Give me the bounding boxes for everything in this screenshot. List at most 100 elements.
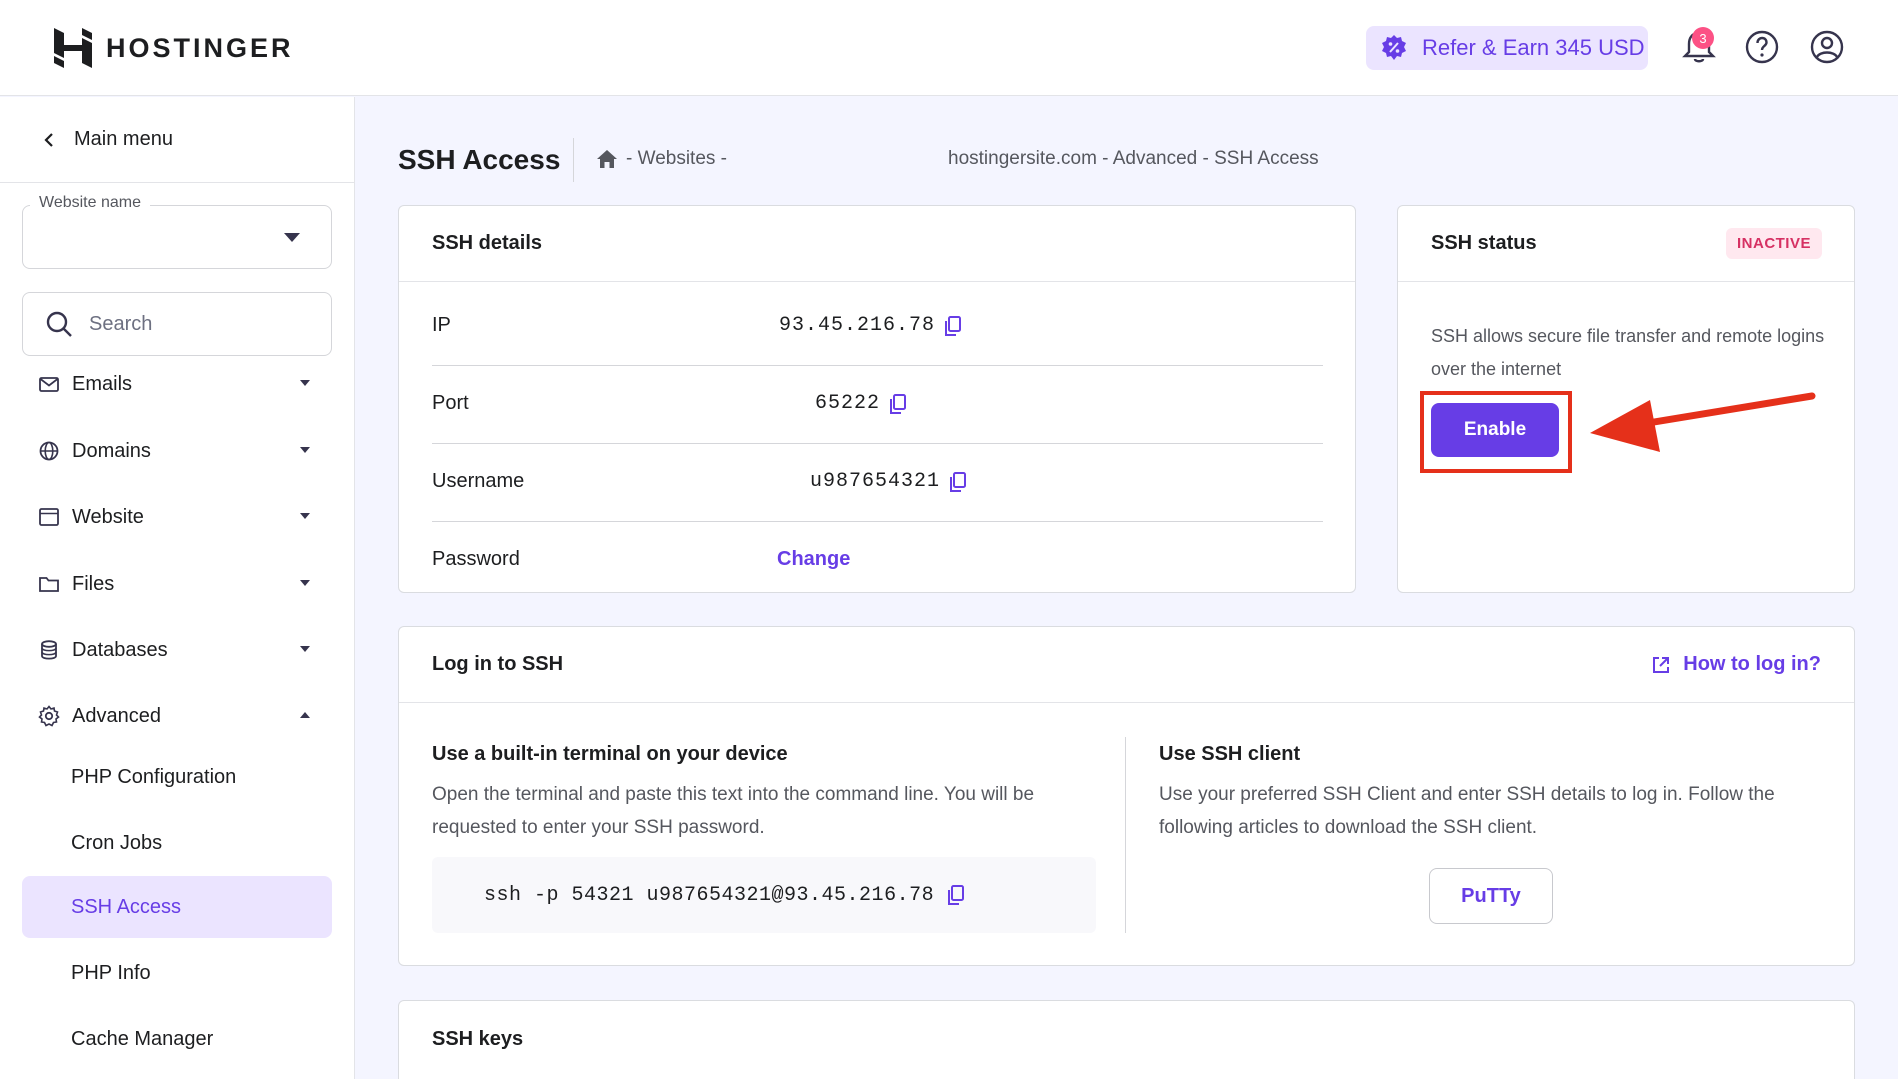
how-to-login-label: How to log in? — [1683, 653, 1821, 675]
ssh-command-box: ssh -p 54321 u987654321@93.45.216.78 — [432, 857, 1096, 933]
gear-icon — [38, 705, 60, 727]
terminal-title: Use a built-in terminal on your device — [432, 743, 788, 765]
change-password-link[interactable]: Change — [777, 548, 850, 571]
sidebar-item-label: Cache Manager — [71, 1027, 214, 1050]
sidebar-item-label: Databases — [72, 638, 168, 661]
copy-icon[interactable] — [888, 393, 908, 415]
sidebar-item-emails[interactable]: Emails — [22, 357, 332, 411]
chevron-down-icon — [300, 513, 310, 519]
breadcrumb-websites[interactable]: - Websites - — [626, 148, 727, 170]
sidebar-item-label: Files — [72, 572, 115, 595]
putty-button[interactable]: PuTTy — [1429, 868, 1553, 924]
port-value: 65222 — [815, 392, 881, 415]
breadcrumb: - Websites - — [596, 148, 727, 170]
terminal-description: Open the terminal and paste this text in… — [432, 784, 1035, 838]
detail-value-username: u987654321 — [810, 470, 968, 493]
badge-percent-icon — [1382, 35, 1406, 60]
notification-badge: 3 — [1692, 27, 1714, 49]
copy-icon[interactable] — [948, 471, 968, 493]
detail-row-ip: IP 93.45.216.78 — [432, 288, 1323, 366]
red-arrow-annotation — [1590, 392, 1816, 452]
sidebar-item-advanced[interactable]: Advanced — [22, 689, 332, 743]
sidebar-search[interactable] — [22, 292, 332, 356]
sidebar-item-files[interactable]: Files — [22, 557, 332, 611]
status-badge: INACTIVE — [1725, 228, 1822, 259]
sidebar-item-databases[interactable]: Databases — [22, 623, 332, 677]
ssh-command[interactable]: ssh -p 54321 u987654321@93.45.216.78 — [484, 884, 934, 907]
account-icon[interactable] — [1808, 28, 1846, 66]
how-to-login-link[interactable]: How to log in? — [1651, 653, 1821, 676]
home-icon[interactable] — [596, 149, 618, 169]
detail-label: Username — [432, 470, 525, 492]
column-divider — [1125, 737, 1126, 933]
external-link-icon — [1653, 656, 1670, 673]
help-icon[interactable] — [1743, 28, 1781, 66]
ssh-status-description: SSH allows secure file transfer and remo… — [1431, 326, 1825, 379]
folder-icon — [39, 577, 59, 592]
sidebar-item-cache-manager[interactable]: Cache Manager — [22, 1008, 332, 1070]
ssh-details-card: SSH details IP 93.45.216.78 Port 65222 U… — [398, 205, 1356, 593]
ssh-status-card: SSH status INACTIVE SSH allows secure fi… — [1397, 205, 1855, 593]
chevron-down-icon — [300, 580, 310, 586]
sidebar-item-label: Advanced — [72, 704, 161, 727]
ssh-keys-card: SSH keys — [398, 1000, 1855, 1079]
chevron-left-icon — [44, 132, 53, 147]
copy-icon[interactable] — [943, 315, 963, 337]
sidebar-item-label: Website — [72, 505, 144, 528]
sidebar-item-label: Cron Jobs — [71, 831, 163, 854]
sidebar-item-label: PHP Configuration — [71, 765, 237, 788]
brand-name: HOSTINGER — [106, 32, 294, 63]
database-icon — [41, 640, 57, 660]
search-icon — [46, 311, 72, 337]
sidebar-item-cron-jobs[interactable]: Cron Jobs — [22, 812, 332, 874]
ssh-client-title: Use SSH client — [1159, 743, 1301, 765]
sidebar: Main menu Website name Emails Domains We… — [0, 97, 355, 1079]
detail-row-port: Port 65222 — [432, 366, 1323, 444]
hostinger-logo-icon — [54, 28, 92, 68]
sidebar-item-label: PHP Info — [71, 961, 151, 984]
search-input[interactable] — [89, 312, 309, 336]
title-divider — [573, 138, 574, 182]
hostinger-logo[interactable]: HOSTINGER — [54, 28, 294, 68]
chevron-down-icon — [300, 447, 310, 453]
detail-value-port: 65222 — [815, 392, 908, 415]
enable-ssh-button[interactable]: Enable — [1431, 403, 1559, 457]
globe-icon — [39, 441, 59, 461]
sidebar-item-php-configuration[interactable]: PHP Configuration — [22, 746, 332, 808]
sidebar-item-website[interactable]: Website — [22, 490, 332, 544]
chevron-down-icon — [300, 646, 310, 652]
website-name-label: Website name — [30, 194, 150, 212]
detail-value-ip: 93.45.216.78 — [779, 314, 963, 337]
ssh-client-description: Use your preferred SSH Client and enter … — [1159, 784, 1775, 838]
sidebar-item-ssh-access[interactable]: SSH Access — [22, 876, 332, 938]
main-menu-label: Main menu — [74, 128, 173, 150]
refer-earn-button[interactable]: Refer & Earn 345 USD — [1366, 26, 1648, 70]
page-title: SSH Access — [398, 144, 561, 175]
detail-label: IP — [432, 314, 451, 336]
sidebar-item-label: Emails — [72, 372, 133, 395]
username-value: u987654321 — [810, 470, 941, 493]
detail-row-password: Password Change — [432, 522, 1323, 600]
detail-label: Password — [432, 548, 520, 570]
main-menu-link[interactable]: Main menu — [0, 97, 354, 183]
copy-icon[interactable] — [946, 884, 966, 906]
caret-down-icon[interactable] — [284, 233, 300, 242]
chevron-up-icon — [300, 712, 310, 718]
ssh-keys-title: SSH keys — [432, 1027, 524, 1050]
mail-icon — [39, 377, 59, 392]
browser-icon — [39, 508, 59, 526]
sidebar-item-label: Domains — [72, 439, 151, 462]
sidebar-item-label: SSH Access — [71, 895, 182, 918]
sidebar-item-php-info[interactable]: PHP Info — [22, 942, 332, 1004]
top-bar: HOSTINGER Refer & Earn 345 USD 3 — [0, 0, 1898, 96]
ssh-details-title: SSH details — [399, 206, 1355, 282]
login-ssh-title: Log in to SSH — [399, 627, 1854, 703]
breadcrumb-path: hostingersite.com - Advanced - SSH Acces… — [948, 148, 1319, 169]
detail-row-username: Username u987654321 — [432, 444, 1323, 522]
login-ssh-card: Log in to SSH How to log in? Use a built… — [398, 626, 1855, 966]
detail-label: Port — [432, 392, 469, 414]
sidebar-item-domains[interactable]: Domains — [22, 424, 332, 478]
ip-value: 93.45.216.78 — [779, 314, 936, 337]
chevron-down-icon — [300, 380, 310, 386]
refer-label: Refer & Earn 345 USD — [1422, 35, 1645, 60]
